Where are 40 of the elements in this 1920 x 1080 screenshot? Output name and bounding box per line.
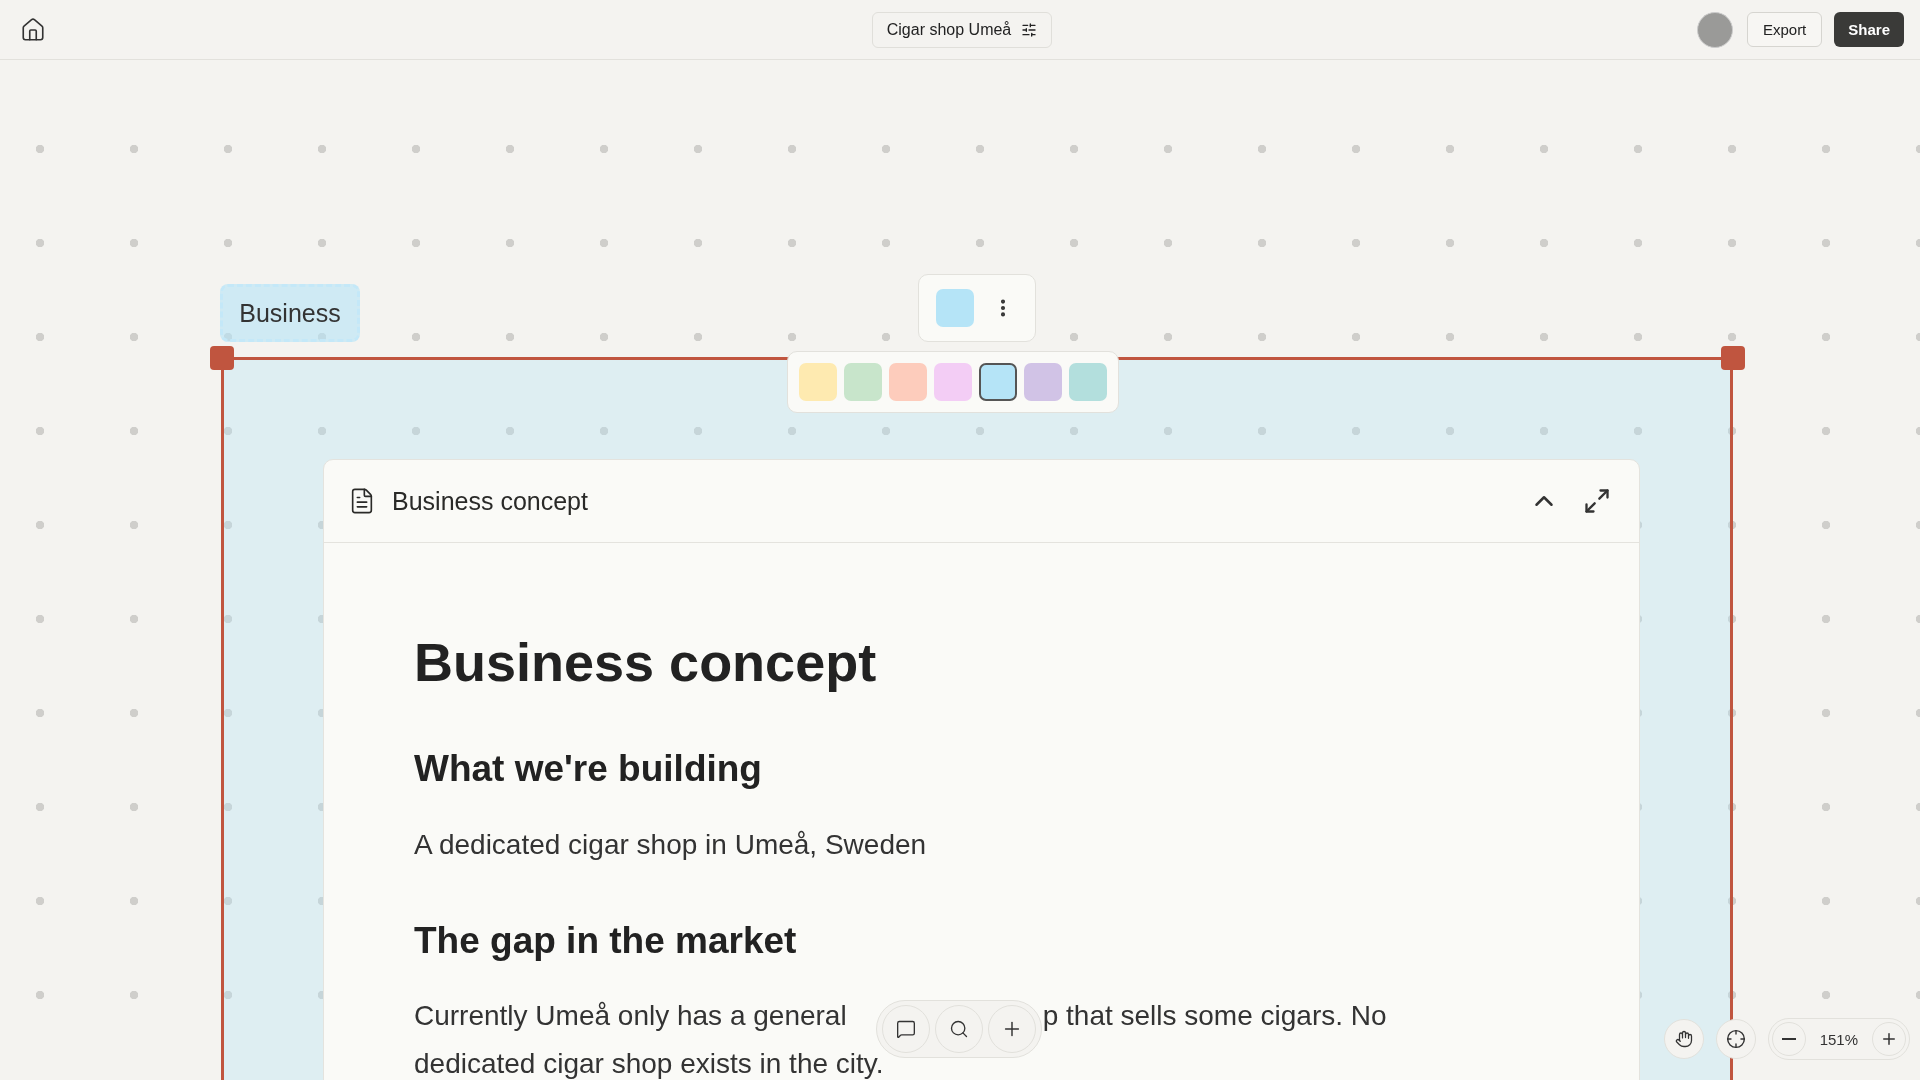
- color-swatch[interactable]: [799, 363, 837, 401]
- paragraph-text: p that sells some cigars. No: [1042, 999, 1387, 1033]
- recenter-button[interactable]: [1715, 1019, 1756, 1059]
- section-heading: The gap in the market: [414, 920, 798, 962]
- frame-label[interactable]: Business: [220, 284, 360, 342]
- plus-icon: [1880, 1030, 1898, 1048]
- minus-icon: [1781, 1038, 1796, 1040]
- document-heading: Business concept: [414, 631, 878, 693]
- paragraph: A dedicated cigar shop in Umeå, Sweden: [414, 828, 928, 862]
- comment-icon: [896, 1019, 916, 1039]
- settings-icon: [1021, 21, 1038, 38]
- current-color-swatch[interactable]: [936, 289, 974, 327]
- zoom-in-button[interactable]: [1872, 1022, 1906, 1056]
- card-title: Business concept: [392, 486, 589, 516]
- share-button[interactable]: Share: [1834, 12, 1904, 47]
- color-swatch[interactable]: [889, 363, 927, 401]
- search-button[interactable]: [935, 1005, 983, 1053]
- hand-tool-button[interactable]: [1663, 1019, 1704, 1059]
- section-heading: What we're building: [414, 748, 763, 790]
- search-icon: [949, 1019, 969, 1039]
- export-button[interactable]: Export: [1746, 12, 1823, 47]
- paragraph-text: Currently Umeå only has a general: [414, 999, 847, 1033]
- document-title-button[interactable]: Cigar shop Umeå: [871, 11, 1053, 48]
- frame[interactable]: [221, 357, 1733, 1080]
- color-swatch[interactable]: [1024, 363, 1062, 401]
- home-icon[interactable]: [20, 16, 46, 43]
- zoom-out-button[interactable]: [1771, 1022, 1806, 1056]
- user-avatar[interactable]: [1696, 11, 1733, 48]
- resize-handle[interactable]: [1721, 346, 1745, 370]
- crosshair-icon: [1725, 1029, 1746, 1049]
- color-swatch[interactable]: [844, 363, 882, 401]
- color-swatch[interactable]: [1069, 363, 1107, 401]
- color-swatch[interactable]: [979, 363, 1017, 401]
- zoom-level: 151%: [1818, 1030, 1859, 1048]
- hand-icon: [1674, 1030, 1693, 1048]
- comment-button[interactable]: [882, 1005, 930, 1053]
- resize-handle[interactable]: [210, 346, 234, 370]
- add-button[interactable]: [988, 1005, 1036, 1053]
- color-swatch[interactable]: [934, 363, 972, 401]
- paragraph-text: dedicated cigar shop exists in the city.: [414, 1047, 884, 1080]
